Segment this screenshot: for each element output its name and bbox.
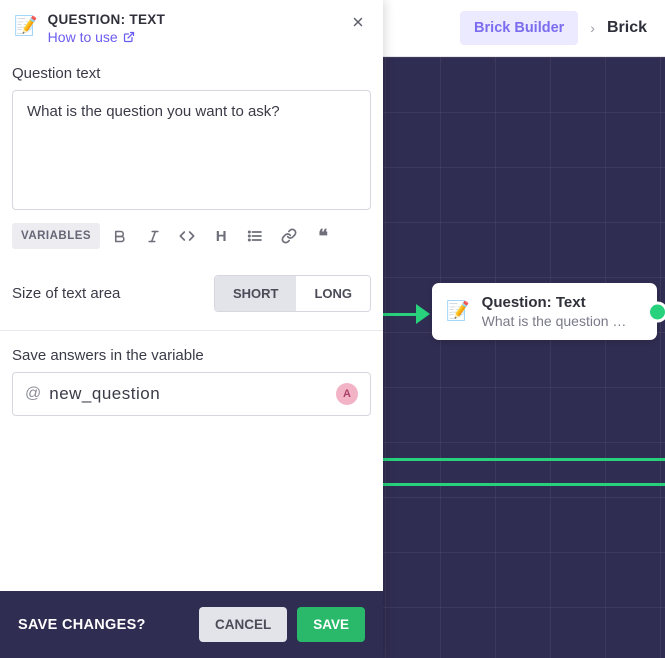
variable-name-input[interactable]: [49, 384, 336, 404]
heading-button[interactable]: H: [206, 221, 236, 251]
size-row: Size of text area SHORT LONG: [0, 259, 383, 331]
question-text-label: Question text: [12, 65, 371, 82]
save-button[interactable]: SAVE: [297, 607, 365, 642]
at-symbol: @: [25, 385, 41, 403]
node-title: Question: Text: [482, 294, 643, 311]
question-node[interactable]: 📝 Question: Text What is the question …: [432, 283, 657, 340]
italic-icon: [146, 229, 161, 244]
variable-input-wrapper[interactable]: @ A: [12, 372, 371, 416]
list-button[interactable]: [240, 221, 270, 251]
size-long-button[interactable]: LONG: [296, 276, 370, 311]
node-subtitle: What is the question …: [482, 313, 643, 329]
quote-icon: ❝: [318, 227, 328, 245]
connection-line: [383, 483, 665, 486]
breadcrumb-current[interactable]: Brick: [607, 19, 647, 37]
save-changes-label: SAVE CHANGES?: [18, 617, 146, 633]
save-variable-label: Save answers in the variable: [12, 347, 371, 364]
node-output-port[interactable]: [650, 304, 665, 319]
code-icon: [179, 228, 195, 244]
size-short-button[interactable]: SHORT: [215, 276, 297, 311]
question-icon: 📝: [14, 14, 38, 38]
panel-title: QUESTION: TEXT: [48, 12, 347, 27]
cancel-button[interactable]: CANCEL: [199, 607, 287, 642]
breadcrumb-separator: ›: [590, 20, 595, 36]
question-text-input[interactable]: [12, 90, 371, 210]
code-button[interactable]: [172, 221, 202, 251]
node-input-arrow: [383, 304, 433, 324]
bold-button[interactable]: [104, 221, 134, 251]
bold-icon: [112, 229, 127, 244]
editor-panel: 📝 QUESTION: TEXT How to use Question tex…: [0, 0, 383, 658]
connection-line: [383, 458, 665, 461]
italic-button[interactable]: [138, 221, 168, 251]
variables-button[interactable]: VARIABLES: [12, 223, 100, 249]
variable-type-badge: A: [336, 383, 358, 405]
breadcrumb-builder[interactable]: Brick Builder: [460, 11, 578, 45]
how-to-use-label: How to use: [48, 29, 118, 45]
close-button[interactable]: [347, 12, 369, 34]
how-to-use-link[interactable]: How to use: [48, 29, 135, 45]
link-button[interactable]: [274, 221, 304, 251]
list-icon: [247, 228, 263, 244]
link-icon: [281, 228, 297, 244]
size-segmented: SHORT LONG: [214, 275, 371, 312]
heading-icon: H: [216, 228, 227, 245]
editor-toolbar: VARIABLES H ❝: [12, 221, 371, 251]
question-node-icon: 📝: [446, 302, 470, 321]
size-label: Size of text area: [12, 285, 120, 302]
external-link-icon: [123, 31, 135, 43]
quote-button[interactable]: ❝: [308, 221, 338, 251]
close-icon: [351, 15, 365, 29]
panel-footer: SAVE CHANGES? CANCEL SAVE: [0, 591, 383, 658]
panel-header: 📝 QUESTION: TEXT How to use: [0, 0, 383, 57]
